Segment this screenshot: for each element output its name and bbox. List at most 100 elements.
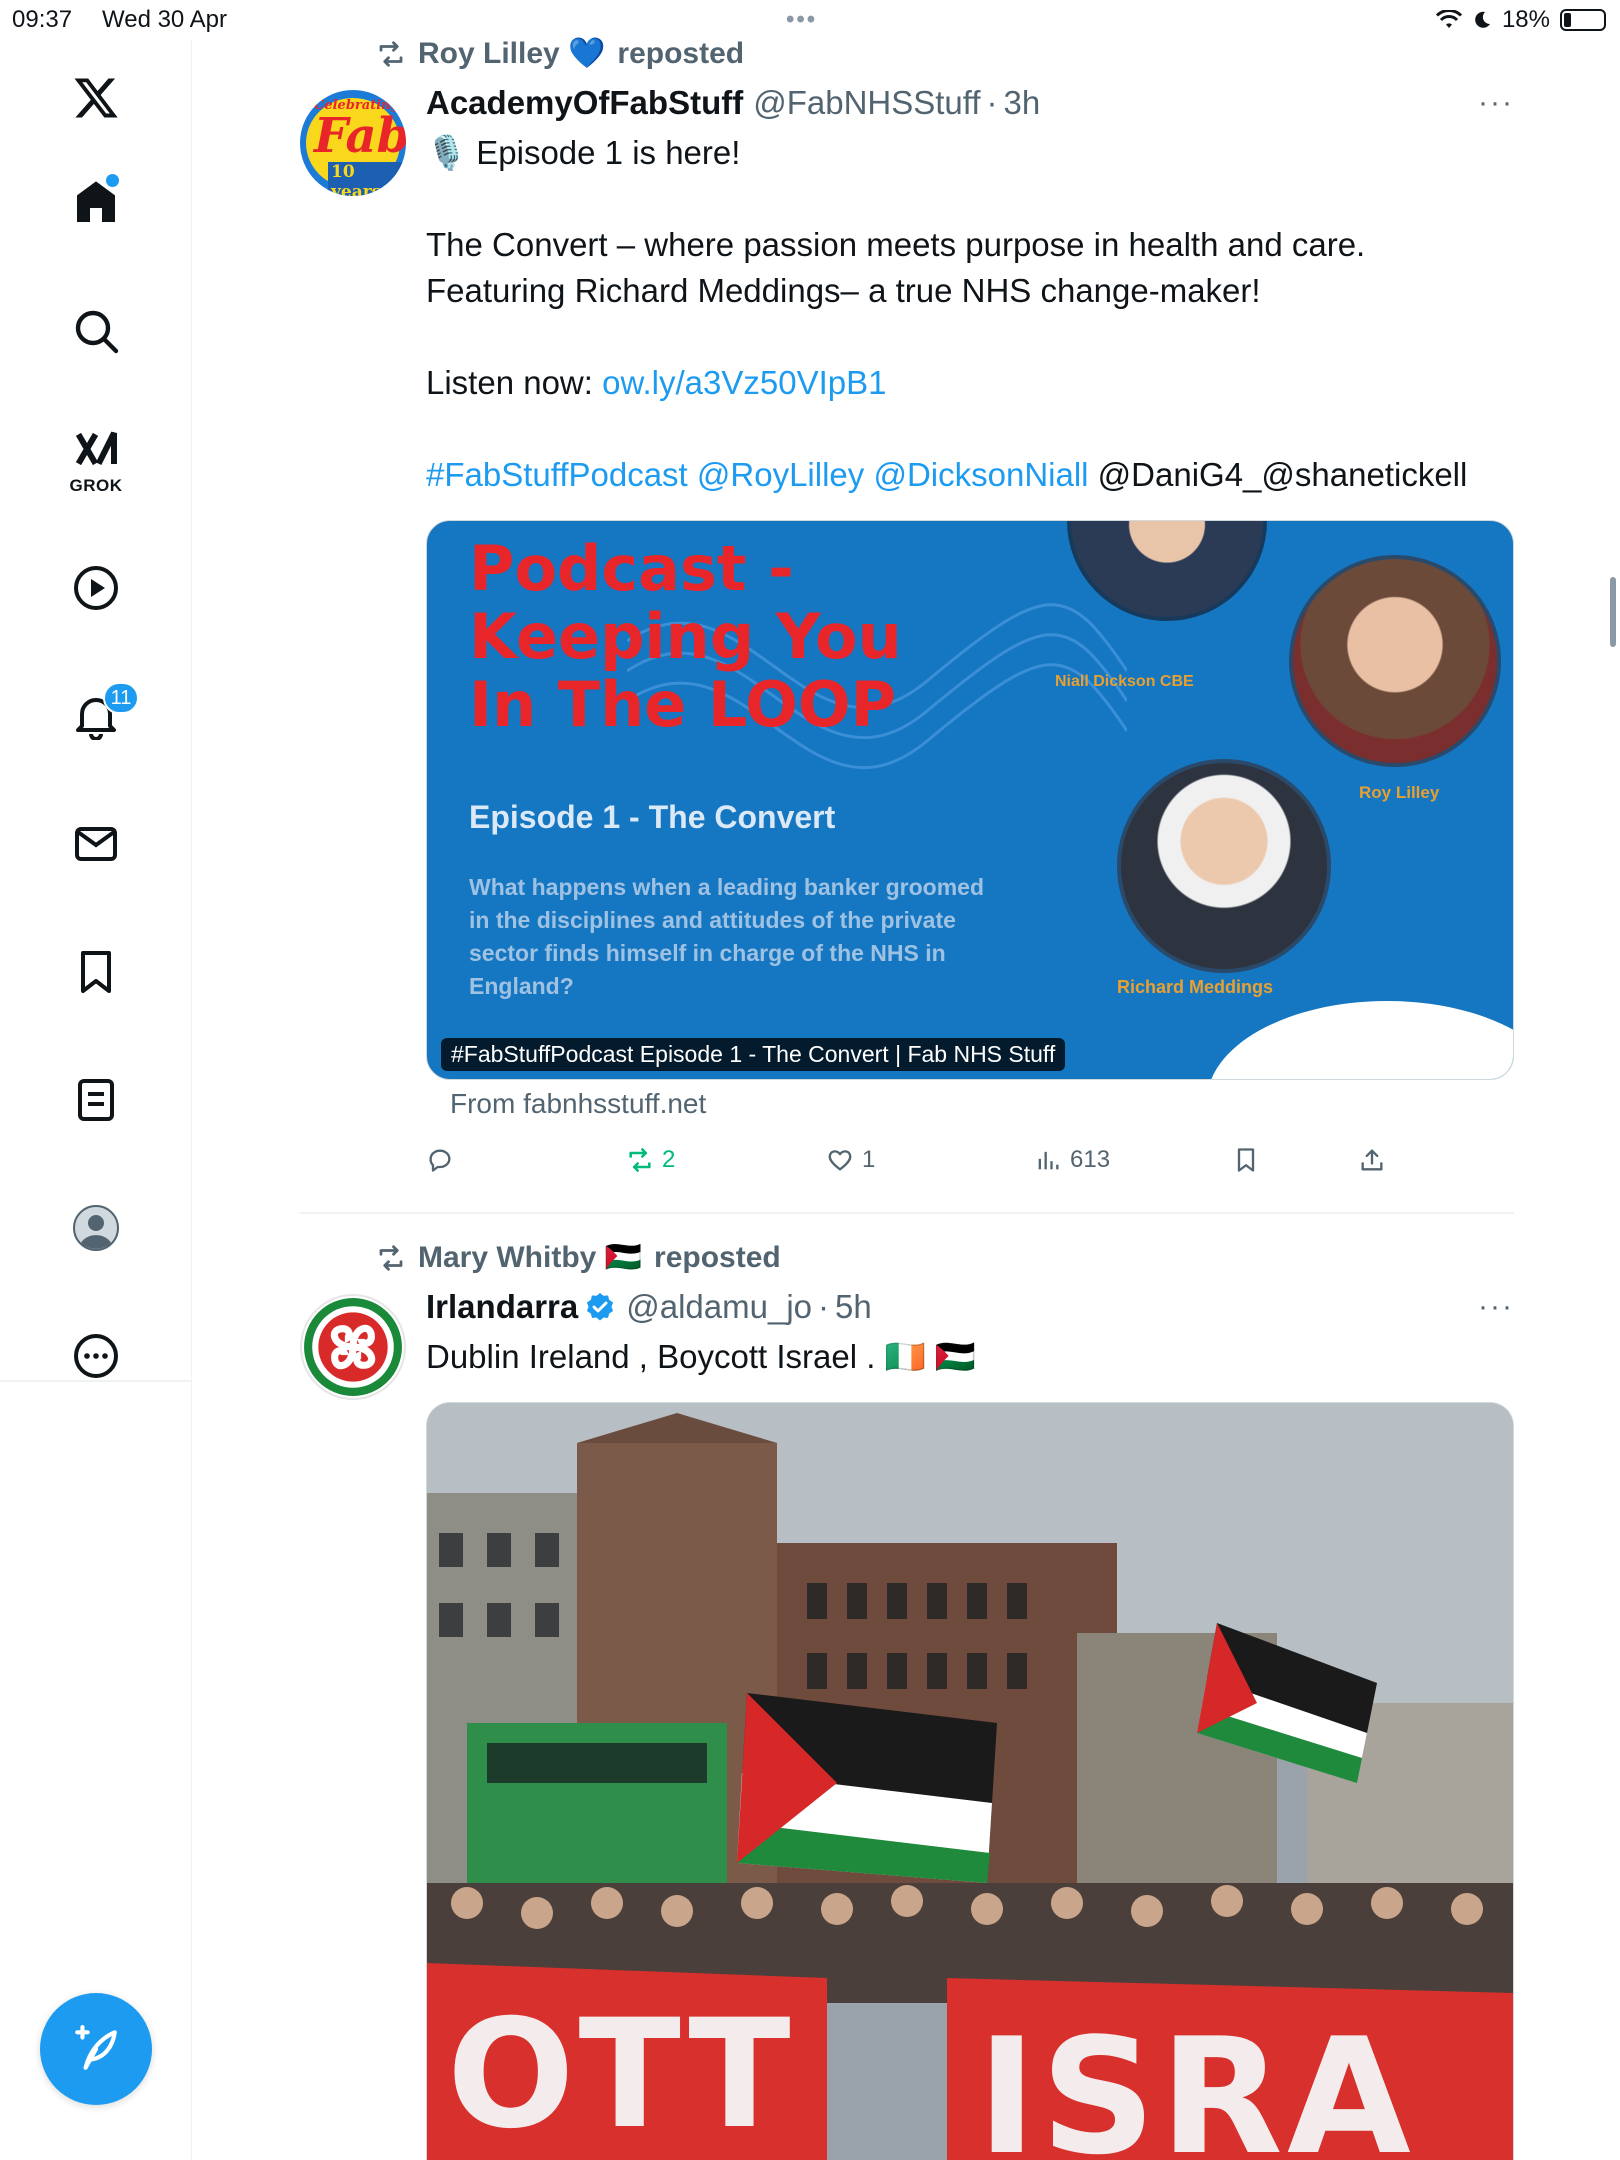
listen-label: Listen now:	[426, 364, 603, 401]
reposted-suffix: reposted	[654, 1240, 781, 1274]
handle[interactable]: @aldamu_jo	[626, 1288, 812, 1326]
share-icon	[1361, 1149, 1383, 1171]
display-name[interactable]: Irlandarra	[426, 1288, 578, 1326]
portrait-richard-meddings	[1117, 759, 1331, 973]
link-card[interactable]: Podcast - Keeping You In The LOOP Episod…	[426, 520, 1514, 1080]
status-time: 09:37	[12, 6, 73, 33]
home-unread-dot	[106, 174, 119, 187]
battery-icon	[1560, 9, 1606, 31]
episode-desc-line4: England?	[469, 973, 574, 999]
reposted-by-name[interactable]: Roy Lilley 💙	[418, 36, 605, 71]
sidebar-item-bookmarks[interactable]	[48, 924, 144, 1020]
repost-icon	[379, 40, 403, 67]
post-academyoffabstuff[interactable]: Roy Lilley 💙 reposted Celebrating Fab 10…	[300, 30, 1514, 1210]
repost-icon	[379, 1244, 403, 1271]
reposted-by-name[interactable]: Mary Whitby 🇵🇸	[418, 1240, 642, 1275]
palestinian-flag-left	[737, 1693, 997, 1883]
sidebar-item-explore[interactable]	[48, 283, 144, 379]
hashtags-mentions[interactable]: #FabStuffPodcast @RoyLilley @DicksonNial…	[426, 456, 1089, 493]
headline-line3: In The LOOP	[469, 668, 897, 741]
views-button[interactable]: 613	[1034, 1146, 1110, 1174]
handle[interactable]: @FabNHSStuff	[753, 84, 980, 122]
avatar-text-bottom: 10 years	[328, 162, 406, 196]
repost-icon	[629, 1148, 651, 1172]
post-text-line2: The Convert – where passion meets purpos…	[426, 226, 1366, 263]
episode-desc-line3: sector finds himself in charge of the NH…	[469, 940, 946, 966]
banner-text-right: ISRA	[977, 2003, 1415, 2160]
share-button[interactable]	[1358, 1146, 1386, 1174]
post-text-line3: Featuring Richard Meddings– a true NHS c…	[426, 272, 1261, 309]
post-text-listen: Listen now: ow.ly/a3Vz50VIpB1	[426, 360, 1514, 406]
post-irlandarra[interactable]: Mary Whitby 🇵🇸 reposted Irlandarra @alda…	[300, 1234, 1514, 2160]
bookmark-icon	[81, 951, 111, 993]
episode-desc-line1: What happens when a leading banker groom…	[469, 874, 985, 900]
play-circle-icon	[74, 566, 118, 610]
repost-button[interactable]: 2	[626, 1146, 675, 1174]
sidebar-item-more[interactable]	[48, 1308, 144, 1404]
reply-button[interactable]	[426, 1146, 454, 1174]
episode-description: What happens when a leading banker groom…	[469, 871, 984, 1003]
grok-label: GROK	[69, 476, 123, 495]
repost-attribution[interactable]: Mary Whitby 🇵🇸 reposted	[376, 1240, 781, 1275]
sidebar-item-lists[interactable]	[48, 1052, 144, 1148]
timestamp[interactable]: 5h	[835, 1288, 872, 1326]
post-body: 🎙️ Episode 1 is here! The Convert – wher…	[426, 130, 1514, 498]
more-options-icon[interactable]: ···	[1478, 1290, 1514, 1324]
grok-icon	[75, 431, 117, 466]
avatar[interactable]: Celebrating Fab 10 years	[300, 90, 406, 196]
timestamp[interactable]: 3h	[1004, 84, 1041, 122]
reposted-suffix: reposted	[617, 36, 745, 70]
sidebar-item-profile[interactable]	[48, 1180, 144, 1276]
sidebar-divider	[0, 1380, 192, 1382]
display-name[interactable]: AcademyOfFabStuff	[426, 84, 743, 122]
sidebar-item-notifications[interactable]	[48, 668, 144, 764]
wifi-icon	[1435, 10, 1462, 28]
card-caption: #FabStuffPodcast Episode 1 - The Convert…	[441, 1038, 1066, 1071]
repost-count: 2	[662, 1146, 676, 1173]
separator: ·	[986, 84, 998, 121]
person1-label: Niall Dickson CBE	[1055, 673, 1194, 690]
sidebar-item-video[interactable]	[48, 540, 144, 636]
mentions-plain: @DaniG4_@shanetickell	[1088, 456, 1468, 493]
sidebar-item-messages[interactable]	[48, 796, 144, 892]
bookmark-button[interactable]	[1232, 1146, 1260, 1174]
x-logo-icon[interactable]	[48, 50, 144, 146]
separator: ·	[818, 1288, 830, 1325]
view-count: 613	[1070, 1146, 1111, 1173]
avatar-text-main: Fab	[314, 108, 406, 164]
feather-plus-icon	[75, 2025, 117, 2070]
card-source[interactable]: From fabnhsstuff.net	[450, 1088, 706, 1120]
repost-attribution[interactable]: Roy Lilley 💙 reposted	[376, 36, 744, 71]
moon-icon	[1475, 11, 1490, 28]
headline-line1: Podcast -	[469, 532, 794, 605]
analytics-bar-icon	[1038, 1151, 1059, 1170]
post-hashtags-line: #FabStuffPodcast @RoyLilley @DicksonNial…	[426, 452, 1514, 498]
post-media-video[interactable]: OTT ISRA	[426, 1402, 1514, 2160]
podcast-headline: Podcast - Keeping You In The LOOP	[469, 535, 902, 739]
verified-badge-icon	[587, 1293, 614, 1321]
sidebar-nav: GROK 11	[0, 40, 192, 2160]
bookmark-icon	[1237, 1148, 1255, 1172]
scrollbar[interactable]	[1610, 577, 1616, 647]
heart-icon	[828, 1150, 852, 1171]
more-options-icon[interactable]: ···	[1478, 86, 1514, 120]
banner-text-left: OTT	[447, 1988, 795, 2160]
post-body: Dublin Ireland , Boycott Israel . 🇮🇪 🇵🇸	[426, 1338, 976, 1375]
post-header: Irlandarra @aldamu_jo · 5h	[426, 1288, 872, 1326]
card-corner-circle	[1207, 1001, 1513, 1079]
portrait-roy-lilley	[1289, 555, 1501, 767]
podcast-link[interactable]: ow.ly/a3Vz50VIpB1	[602, 364, 886, 401]
sidebar-item-home[interactable]	[48, 154, 144, 250]
post-divider	[300, 1212, 1514, 1214]
notification-badge: 11	[103, 682, 139, 714]
avatar[interactable]	[300, 1294, 406, 1400]
lauburu-logo-icon	[304, 1298, 402, 1396]
person3-label: Richard Meddings	[1117, 977, 1274, 997]
reply-icon	[429, 1149, 451, 1172]
envelope-icon	[75, 827, 117, 861]
episode-title: Episode 1 - The Convert	[469, 799, 836, 835]
episode-desc-line2: in the disciplines and attitudes of the …	[469, 907, 956, 933]
compose-post-button[interactable]	[40, 1993, 152, 2105]
like-button[interactable]: 1	[826, 1146, 875, 1174]
post-action-bar: 2 1 613	[426, 1146, 1514, 1186]
